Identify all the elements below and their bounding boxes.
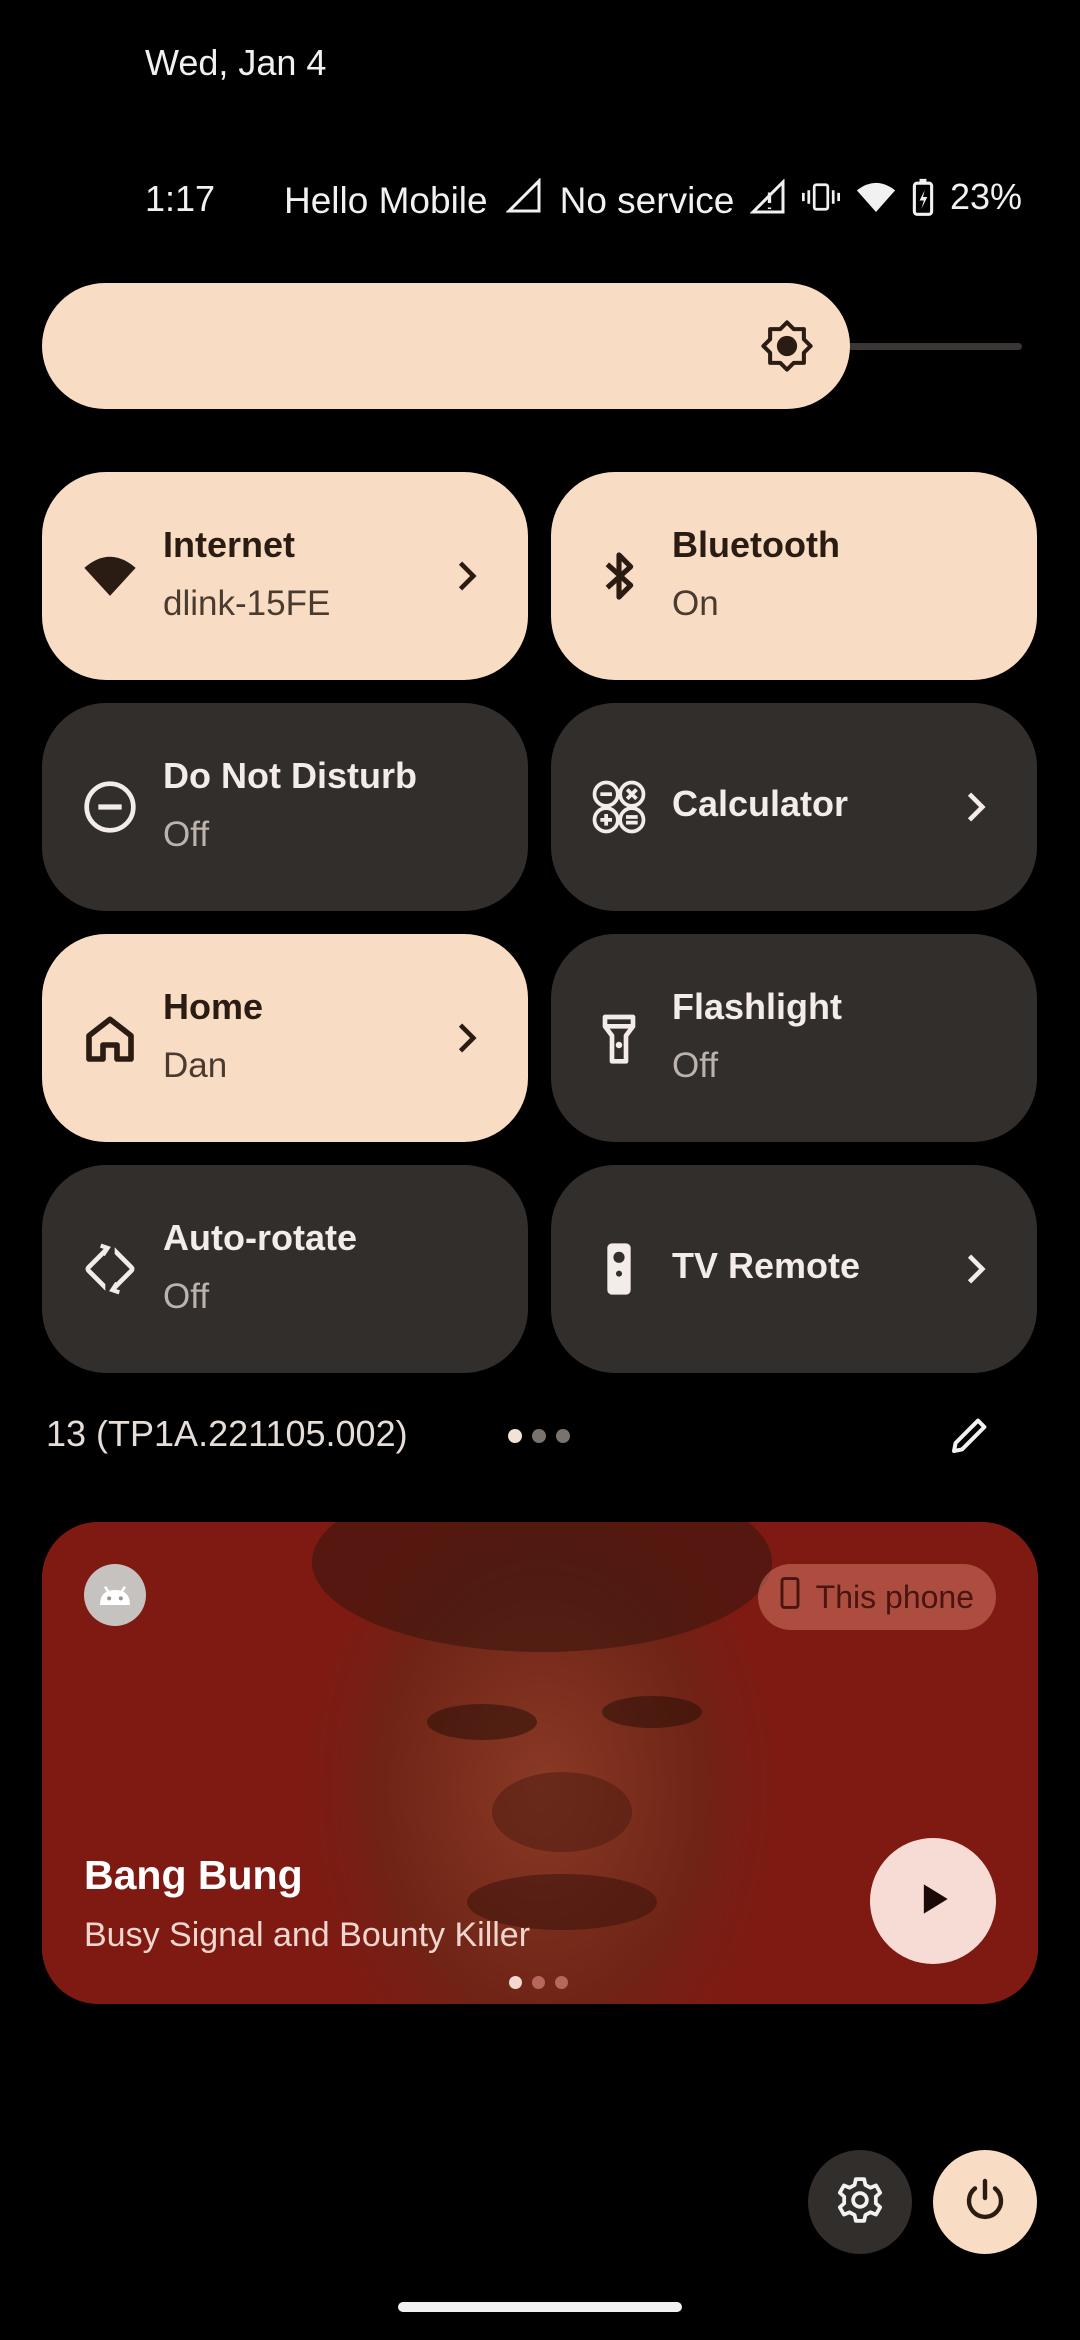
tile-internet[interactable]: Internet dlink-15FE <box>42 472 528 680</box>
status-bar: 1:17 Hello Mobile No service 23% <box>0 176 1080 230</box>
tile-do-not-disturb[interactable]: Do Not Disturb Off <box>42 703 528 911</box>
carrier-info: Hello Mobile No service <box>284 177 735 223</box>
tv-remote-icon <box>591 1241 647 1297</box>
edit-icon[interactable] <box>946 1411 994 1459</box>
tile-sublabel: Off <box>163 1277 210 1316</box>
output-device-label: This phone <box>815 1578 974 1615</box>
song-title: Bang Bung <box>84 1852 303 1898</box>
media-page-dot <box>532 1976 545 1989</box>
tile-label: Internet <box>163 524 296 565</box>
wifi-status-icon <box>856 180 896 214</box>
tile-home[interactable]: Home Dan <box>42 934 528 1142</box>
chevron-right-icon <box>444 1016 488 1060</box>
battery-icon <box>912 178 934 216</box>
do-not-disturb-icon <box>82 779 138 835</box>
page-indicator <box>508 1429 570 1443</box>
tile-label: Auto-rotate <box>163 1217 357 1258</box>
flashlight-icon <box>591 1010 647 1066</box>
build-number[interactable]: 13 (TP1A.221105.002) <box>46 1413 408 1455</box>
chevron-right-icon <box>444 554 488 598</box>
media-page-indicator <box>509 1976 568 1989</box>
battery-percent: 23% <box>949 176 1022 217</box>
bluetooth-icon <box>591 548 647 604</box>
page-dot <box>532 1429 546 1443</box>
status-icons: 23% <box>749 176 1022 218</box>
vibrate-icon <box>801 179 840 215</box>
tile-sublabel: On <box>672 584 719 623</box>
android-icon <box>84 1564 146 1626</box>
tile-bluetooth[interactable]: Bluetooth On <box>551 472 1037 680</box>
gear-icon <box>835 2175 885 2230</box>
clock[interactable]: 1:17 <box>145 178 215 220</box>
brightness-fill <box>42 283 850 409</box>
power-button[interactable] <box>933 2150 1037 2254</box>
no-signal-icon <box>749 179 786 215</box>
chevron-right-icon <box>953 1247 997 1291</box>
brightness-icon <box>760 319 814 373</box>
tile-label: Flashlight <box>672 986 842 1027</box>
tile-tv-remote[interactable]: TV Remote <box>551 1165 1037 1373</box>
carrier-name: Hello Mobile <box>284 179 488 221</box>
page-dot <box>508 1429 522 1443</box>
media-player-card[interactable]: This phone Bang Bung Busy Signal and Bou… <box>42 1522 1038 2004</box>
navigation-handle[interactable] <box>398 2302 682 2312</box>
tile-sublabel: dlink-15FE <box>163 584 331 623</box>
power-icon <box>961 2176 1009 2229</box>
tile-label: TV Remote <box>672 1245 861 1286</box>
media-page-dot <box>509 1976 522 1989</box>
home-icon <box>82 1010 138 1066</box>
tile-sublabel: Off <box>672 1046 719 1085</box>
phone-icon <box>778 1577 802 1617</box>
tile-label: Home <box>163 986 264 1027</box>
tile-sublabel: Dan <box>163 1046 228 1085</box>
tile-label: Do Not Disturb <box>163 755 417 796</box>
tile-label: Calculator <box>672 783 849 824</box>
date-label[interactable]: Wed, Jan 4 <box>145 42 326 84</box>
tile-label: Bluetooth <box>672 524 840 565</box>
tile-sublabel: Off <box>163 815 210 854</box>
signal-icon <box>504 177 542 223</box>
tile-flashlight[interactable]: Flashlight Off <box>551 934 1037 1142</box>
media-page-dot <box>555 1976 568 1989</box>
page-dot <box>556 1429 570 1443</box>
play-icon <box>911 1877 955 1926</box>
song-artist: Busy Signal and Bounty Killer <box>84 1916 531 1954</box>
brightness-track <box>842 343 1022 350</box>
tile-auto-rotate[interactable]: Auto-rotate Off <box>42 1165 528 1373</box>
settings-button[interactable] <box>808 2150 912 2254</box>
play-button[interactable] <box>870 1838 996 1964</box>
chevron-right-icon <box>953 785 997 829</box>
calculator-icon <box>591 779 647 835</box>
wifi-icon <box>82 548 138 604</box>
brightness-slider[interactable] <box>42 283 1022 409</box>
auto-rotate-icon <box>82 1241 138 1297</box>
service-status: No service <box>559 179 735 221</box>
tile-calculator[interactable]: Calculator <box>551 703 1037 911</box>
output-device-chip[interactable]: This phone <box>757 1564 996 1630</box>
